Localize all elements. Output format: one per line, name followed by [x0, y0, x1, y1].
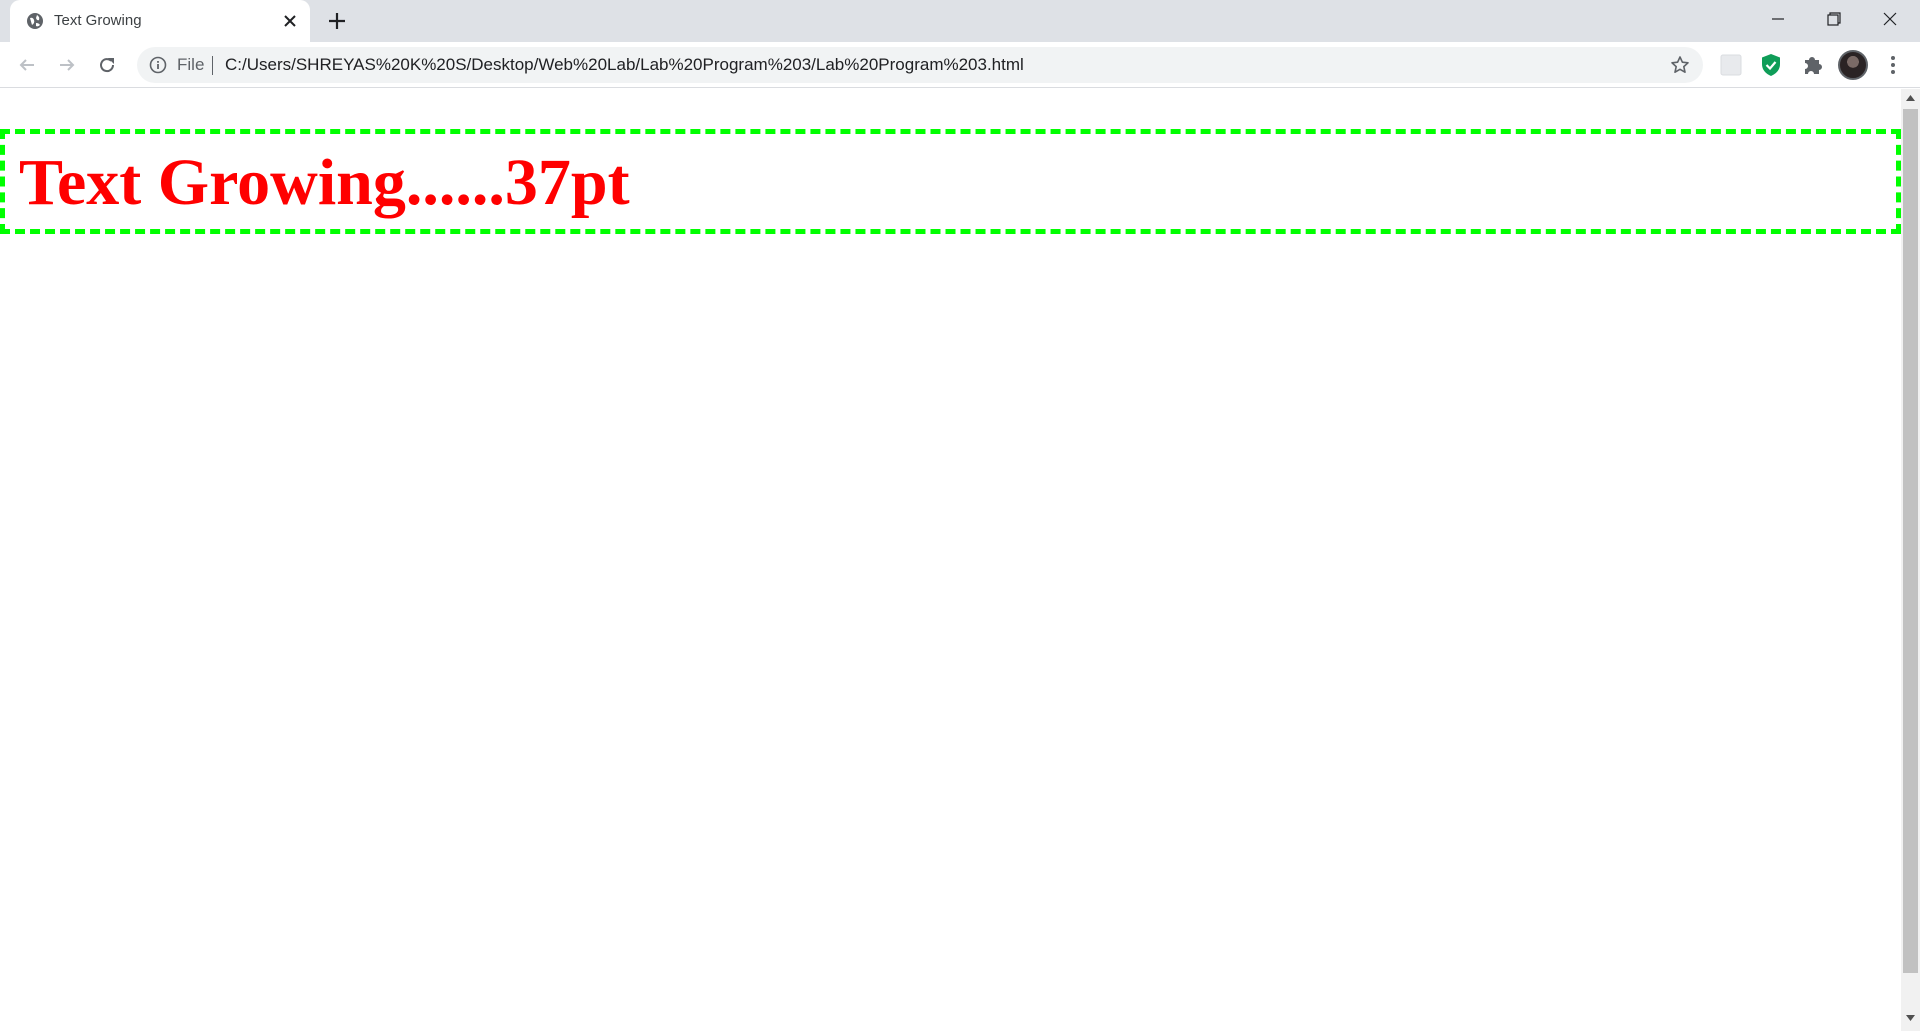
address-bar[interactable]: File C:/Users/SHREYAS%20K%20S/Desktop/We… — [137, 47, 1703, 83]
browser-toolbar: File C:/Users/SHREYAS%20K%20S/Desktop/We… — [0, 42, 1920, 88]
scroll-down-arrow-icon[interactable] — [1901, 1009, 1920, 1027]
globe-icon — [26, 12, 44, 30]
extension-icon[interactable] — [1718, 52, 1744, 78]
scheme-label: File — [177, 55, 205, 74]
maximize-icon[interactable] — [1806, 0, 1862, 38]
plus-icon[interactable] — [326, 10, 348, 32]
url-text[interactable]: C:/Users/SHREYAS%20K%20S/Desktop/Web%20L… — [225, 55, 1024, 75]
tab-text-growing[interactable]: Text Growing — [10, 0, 310, 42]
minimize-icon[interactable] — [1750, 0, 1806, 38]
window-close-icon[interactable] — [1862, 0, 1918, 38]
divider — [212, 56, 213, 75]
back-icon[interactable] — [13, 51, 41, 79]
avatar[interactable] — [1838, 50, 1868, 80]
growing-text-box: Text Growing......37pt — [0, 129, 1901, 234]
scroll-up-arrow-icon[interactable] — [1901, 89, 1920, 107]
tab-title: Text Growing — [54, 12, 142, 29]
vertical-scrollbar[interactable] — [1901, 89, 1920, 1031]
info-icon[interactable] — [149, 56, 167, 74]
scrollbar-thumb[interactable] — [1903, 109, 1918, 973]
puzzle-icon[interactable] — [1799, 52, 1825, 78]
forward-icon[interactable] — [53, 51, 81, 79]
close-icon[interactable] — [280, 11, 300, 31]
page-viewport: Text Growing......37pt — [0, 89, 1901, 1031]
star-icon[interactable] — [1670, 55, 1690, 75]
growing-text: Text Growing......37pt — [19, 146, 630, 219]
shield-icon[interactable] — [1758, 52, 1784, 78]
tab-strip: Text Growing — [0, 0, 1920, 42]
kebab-menu-icon[interactable] — [1880, 52, 1906, 78]
reload-icon[interactable] — [93, 51, 121, 79]
